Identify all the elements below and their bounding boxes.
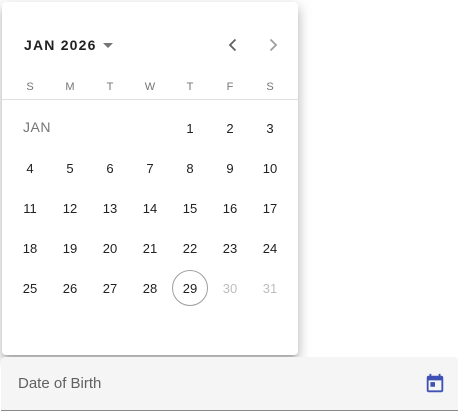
previous-month-button[interactable]	[217, 29, 249, 61]
day-cell: 21	[130, 228, 170, 268]
day-button[interactable]: 25	[13, 271, 47, 305]
day-button[interactable]: 20	[93, 231, 127, 265]
day-button[interactable]: 10	[253, 151, 287, 185]
day-cell: 1	[170, 108, 210, 148]
day-cell	[50, 108, 90, 148]
day-cell: 26	[50, 268, 90, 308]
day-cell: 2	[210, 108, 250, 148]
day-cell: 3	[250, 108, 290, 148]
day-cell: 15	[170, 188, 210, 228]
day-button[interactable]: 14	[133, 191, 167, 225]
week-row: 25 26 27 28 29 30 31	[10, 268, 290, 308]
weekday-mon: M	[65, 81, 75, 93]
day-cell: 5	[50, 148, 90, 188]
day-cell: 20	[90, 228, 130, 268]
chevron-right-icon	[269, 38, 278, 52]
day-button[interactable]: 12	[53, 191, 87, 225]
day-button[interactable]: 8	[173, 151, 207, 185]
day-cell: 29	[170, 268, 210, 308]
day-cell: 28	[130, 268, 170, 308]
day-cell: 16	[210, 188, 250, 228]
day-button: 31	[262, 280, 278, 296]
day-cell: 30	[210, 268, 250, 308]
day-button[interactable]: 18	[13, 231, 47, 265]
calendar-toggle-button[interactable]	[421, 370, 449, 398]
day-button[interactable]: 22	[173, 231, 207, 265]
day-cell: 22	[170, 228, 210, 268]
date-of-birth-field[interactable]: Date of Birth	[1, 357, 458, 411]
week-row: 4 5 6 7 8 9 10	[10, 148, 290, 188]
day-button[interactable]: 24	[253, 231, 287, 265]
day-button[interactable]: 27	[93, 271, 127, 305]
weekday-thu: T	[186, 81, 194, 93]
next-month-button[interactable]	[257, 29, 289, 61]
day-cell: 10	[250, 148, 290, 188]
day-button[interactable]: 26	[53, 271, 87, 305]
day-cell	[130, 108, 170, 148]
day-button: 30	[222, 280, 238, 296]
day-button[interactable]: 11	[13, 191, 47, 225]
day-button[interactable]: 21	[133, 231, 167, 265]
day-cell: 8	[170, 148, 210, 188]
day-button[interactable]: 1	[173, 111, 207, 145]
day-cell: 25	[10, 268, 50, 308]
weekday-tue: T	[106, 81, 114, 93]
day-cell: 31	[250, 268, 290, 308]
day-button[interactable]: 7	[133, 151, 167, 185]
weekday-header-row: S M T W T F S	[10, 77, 290, 97]
day-button[interactable]: 15	[173, 191, 207, 225]
weekday-wed: W	[144, 81, 156, 93]
day-cell: 4	[10, 148, 50, 188]
day-cell: 14	[130, 188, 170, 228]
day-button[interactable]: 28	[133, 271, 167, 305]
calendar-header: JAN 2026	[2, 2, 298, 86]
day-today[interactable]: 29	[172, 270, 208, 306]
day-cell	[10, 108, 50, 148]
chevron-left-icon	[228, 38, 237, 52]
day-cell: 19	[50, 228, 90, 268]
day-cell: 24	[250, 228, 290, 268]
day-button[interactable]: 23	[213, 231, 247, 265]
header-divider	[2, 99, 298, 100]
week-row: 123	[10, 108, 290, 148]
day-button[interactable]: 17	[253, 191, 287, 225]
day-cell	[90, 108, 130, 148]
day-cell: 27	[90, 268, 130, 308]
day-button[interactable]: 16	[213, 191, 247, 225]
day-button[interactable]: 2	[213, 111, 247, 145]
day-cell: 17	[250, 188, 290, 228]
caret-down-icon	[102, 42, 113, 48]
day-cell: 6	[90, 148, 130, 188]
weekday-sun: S	[26, 81, 34, 93]
weekday-fri: F	[226, 81, 234, 93]
calendar-icon	[426, 373, 444, 393]
day-cell: 12	[50, 188, 90, 228]
day-button[interactable]: 19	[53, 231, 87, 265]
day-grid: 1 2 3 4 5 6 7 8 9 10 11 12 13 14 15 16 17 18 19 20 21 22 23 24 2…	[10, 108, 290, 308]
day-button[interactable]: 9	[213, 151, 247, 185]
month-year-toggle-button[interactable]: JAN 2026	[16, 30, 121, 60]
day-button[interactable]: 4	[13, 151, 47, 185]
day-button[interactable]: 13	[93, 191, 127, 225]
day-cell: 9	[210, 148, 250, 188]
period-label: JAN 2026	[24, 37, 97, 53]
day-button[interactable]: 6	[93, 151, 127, 185]
day-cell: 18	[10, 228, 50, 268]
day-cell: 23	[210, 228, 250, 268]
day-cell: 7	[130, 148, 170, 188]
day-button[interactable]: 5	[53, 151, 87, 185]
weekday-sat: S	[266, 81, 274, 93]
day-cell: 11	[10, 188, 50, 228]
week-row: 18 19 20 21 22 23 24	[10, 228, 290, 268]
day-button[interactable]: 3	[253, 111, 287, 145]
datepicker-popup: JAN 2026 S M T W T F S JAN 1 2 3 4 5 6 7 8 9 10 11…	[2, 2, 298, 355]
day-cell: 13	[90, 188, 130, 228]
date-of-birth-label: Date of Birth	[18, 375, 102, 392]
week-row: 11 12 13 14 15 16 17	[10, 188, 290, 228]
